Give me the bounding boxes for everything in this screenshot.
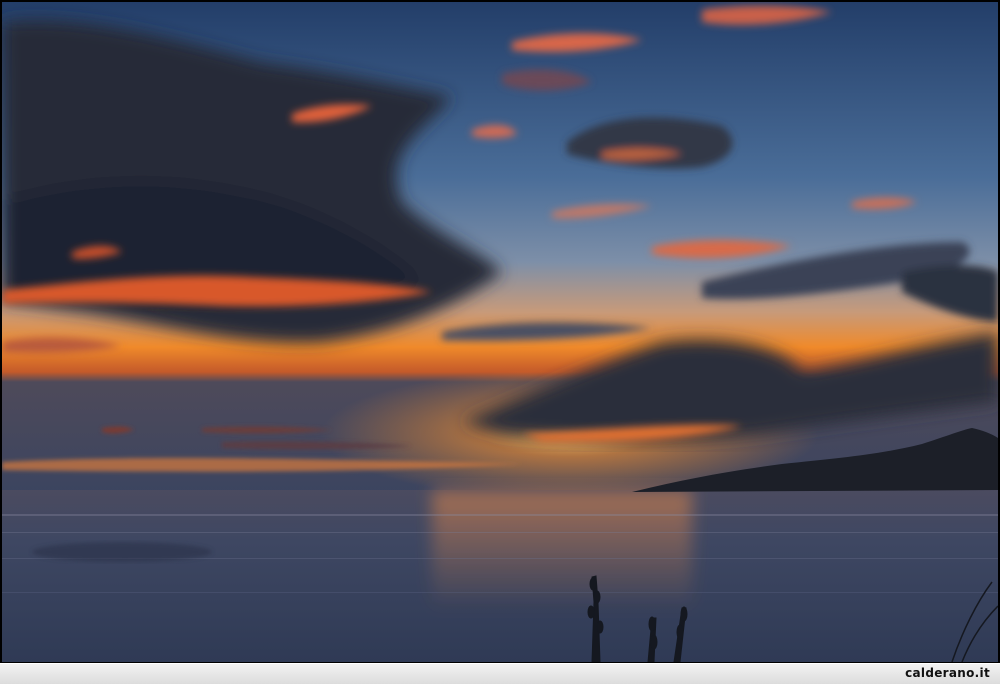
sunset-photo <box>2 2 998 662</box>
photo-frame: calderano.it <box>0 0 1000 684</box>
sunset-scene <box>2 2 998 662</box>
caption-bar: calderano.it <box>0 663 1000 684</box>
watermark-text: calderano.it <box>905 666 990 680</box>
sea-dark-patch <box>32 542 212 562</box>
